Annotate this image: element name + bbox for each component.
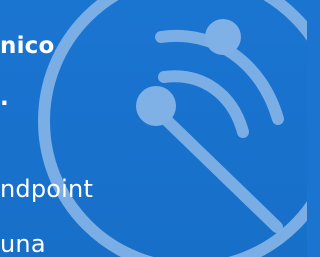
hero-subtitle-fragment: .	[0, 85, 9, 111]
hero-title-fragment: nico	[0, 33, 55, 59]
hero-banner: nico . ndpoint una	[0, 0, 307, 257]
hero-body-line-2: una	[0, 230, 46, 257]
hero-body-line-1: ndpoint	[0, 175, 94, 203]
